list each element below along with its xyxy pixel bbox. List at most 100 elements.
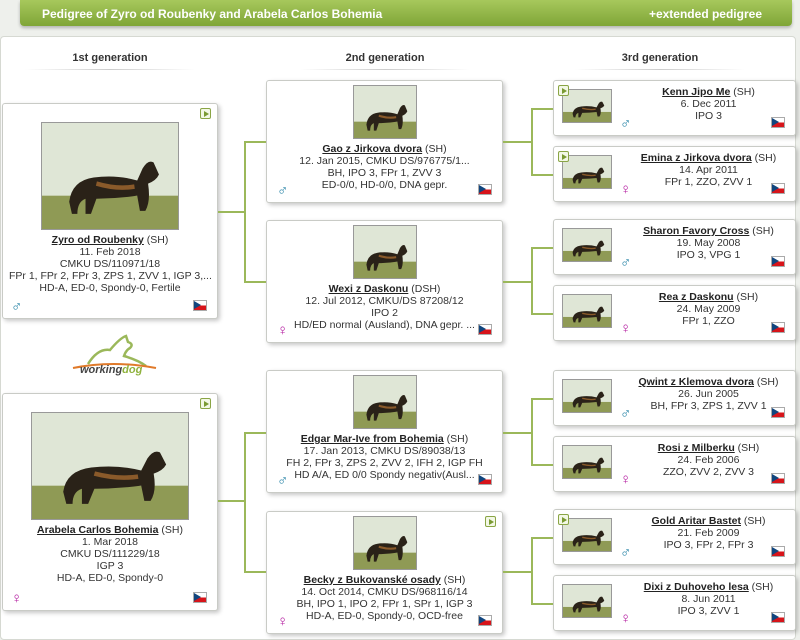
working-dog-logo: workingdog <box>68 330 158 386</box>
connector-line <box>531 398 533 464</box>
gen3-dog-8-photo[interactable] <box>562 584 612 618</box>
gen3-dog-3-info-line: IPO 3, VPG 1 <box>676 249 741 261</box>
czech-flag-icon <box>193 592 207 603</box>
gen2-dog-4-card[interactable]: Becky z Bukovanské osady (SH) 14. Oct 201… <box>266 511 503 634</box>
gen3-dog-2-card[interactable]: Emina z Jirkova dvora (SH) 14. Apr 2011 FP… <box>553 146 796 202</box>
video-play-icon[interactable] <box>558 151 569 162</box>
connector-line <box>503 281 531 283</box>
gen1-dog-2-info-line: 1. Mar 2018 <box>81 536 139 548</box>
gen3-dog-6-info-line: ZZO, ZVV 2, ZVV 3 <box>662 466 755 478</box>
connector-line <box>244 141 266 143</box>
gen3-dog-7-name-link[interactable]: Gold Aritar Bastet <box>652 515 741 527</box>
gen2-dog-3-photo[interactable] <box>267 375 502 429</box>
gen2-dog-1-name-link[interactable]: Gao z Jirkova dvora <box>322 143 422 155</box>
gen1-dog-1-info-line: HD-A, ED-0, Spondy-0, Fertile <box>39 282 181 294</box>
connector-line <box>531 464 553 466</box>
gen2-dog-4-name-link[interactable]: Becky z Bukovanské osady <box>304 574 441 586</box>
gen3-dog-1-info-line: IPO 3 <box>695 110 722 122</box>
gen2-dog-1-card[interactable]: Gao z Jirkova dvora (SH) 12. Jan 2015, CM… <box>266 80 503 203</box>
gen2-dog-2-name-link[interactable]: Wexi z Daskonu <box>329 283 409 295</box>
gen1-dog-2-card[interactable]: Arabela Carlos Bohemia (SH) 1. Mar 2018 CM… <box>2 393 218 611</box>
gen3-dog-8-info-line: IPO 3, ZVV 1 <box>677 605 740 617</box>
gen3-dog-1-breed: (SH) <box>730 86 755 98</box>
connector-line <box>531 398 553 400</box>
gen3-dog-3-photo[interactable] <box>562 228 612 262</box>
generation-2-heading: 2nd generation <box>295 52 475 70</box>
video-play-icon[interactable] <box>558 85 569 96</box>
female-icon: ♀ <box>277 613 289 630</box>
gen3-dog-1-name-link[interactable]: Kenn Jipo Me <box>662 86 730 98</box>
gen3-dog-8-info-line: 8. Jun 2011 <box>681 593 736 605</box>
gen2-dog-3-card[interactable]: Edgar Mar-Ive from Bohemia (SH) 17. Jan 2… <box>266 370 503 493</box>
extended-pedigree-link[interactable]: +extended pedigree <box>649 7 762 21</box>
czech-flag-icon <box>478 615 492 626</box>
gen3-dog-4-info-line: 24. May 2009 <box>676 303 741 315</box>
gen3-dog-2-name-link[interactable]: Emina z Jirkova dvora <box>641 152 752 164</box>
gen3-dog-2-info-line: FPr 1, ZZO, ZVV 1 <box>664 176 753 188</box>
gen2-dog-3-name-link[interactable]: Edgar Mar-Ive from Bohemia <box>301 433 444 445</box>
male-icon: ♂ <box>620 254 632 271</box>
gen3-dog-3-breed: (SH) <box>749 225 774 237</box>
connector-line <box>244 281 266 283</box>
female-icon: ♀ <box>620 471 632 488</box>
gen3-dog-1-card[interactable]: Kenn Jipo Me (SH) 6. Dec 2011 IPO 3 ♂ <box>553 80 796 136</box>
connector-line <box>531 247 553 249</box>
gen1-dog-1-photo[interactable] <box>3 122 217 230</box>
gen2-dog-2-info-line: HD/ED normal (Ausland), DNA gepr. ... <box>294 319 475 331</box>
connector-line <box>244 432 246 571</box>
gen3-dog-8-name-link[interactable]: Dixi z Duhoveho lesa <box>644 581 749 593</box>
gen3-dog-7-card[interactable]: Gold Aritar Bastet (SH) 21. Feb 2009 IPO 3… <box>553 509 796 565</box>
gen2-dog-2-photo[interactable] <box>267 225 502 279</box>
gen1-dog-1-card[interactable]: Zyro od Roubenky (SH) 11. Feb 2018 CMKU DS… <box>2 103 218 319</box>
connector-line <box>503 141 531 143</box>
video-play-icon[interactable] <box>200 398 211 409</box>
gen3-dog-5-info-line: 26. Jun 2005 <box>678 388 739 400</box>
connector-line <box>244 432 266 434</box>
gen2-dog-2-card[interactable]: Wexi z Daskonu (DSH) 12. Jul 2012, CMKU/D… <box>266 220 503 343</box>
connector-line <box>531 174 553 176</box>
czech-flag-icon <box>771 473 785 484</box>
video-play-icon[interactable] <box>558 514 569 525</box>
gen2-dog-1-info-line: BH, IPO 3, FPr 1, ZVV 3 <box>327 167 442 179</box>
gen1-dog-2-photo[interactable] <box>3 412 217 520</box>
connector-line <box>531 537 553 539</box>
gen3-dog-6-card[interactable]: Rosi z Milberku (SH) 24. Feb 2006 ZZO, ZVV… <box>553 436 796 492</box>
male-icon: ♂ <box>277 472 289 489</box>
female-icon: ♀ <box>620 181 632 198</box>
gen3-dog-6-photo[interactable] <box>562 445 612 479</box>
gen2-dog-1-photo[interactable] <box>267 85 502 139</box>
connector-line <box>503 432 531 434</box>
gen2-dog-1-info-line: ED-0/0, HD-0/0, DNA gepr. <box>321 179 448 191</box>
czech-flag-icon <box>771 183 785 194</box>
gen3-dog-8-breed: (SH) <box>748 581 774 593</box>
gen3-dog-8-card[interactable]: Dixi z Duhoveho lesa (SH) 8. Jun 2011 IPO … <box>553 575 796 631</box>
male-icon: ♂ <box>620 115 632 132</box>
gen3-dog-4-card[interactable]: Rea z Daskonu (SH) 24. May 2009 FPr 1, ZZO… <box>553 285 796 341</box>
gen3-dog-4-name-link[interactable]: Rea z Daskonu <box>659 291 734 303</box>
gen3-dog-1-photo[interactable] <box>562 89 612 123</box>
gen1-dog-1-info-line: CMKU DS/110971/18 <box>59 258 161 270</box>
gen3-dog-7-photo[interactable] <box>562 518 612 552</box>
gen2-dog-4-info-line: 14. Oct 2014, CMKU DS/968116/14 <box>301 586 468 598</box>
gen1-dog-1-name-link[interactable]: Zyro od Roubenky <box>52 234 144 246</box>
video-play-icon[interactable] <box>485 516 496 527</box>
gen3-dog-2-info-line: 14. Apr 2011 <box>679 164 738 176</box>
gen3-dog-3-name-link[interactable]: Sharon Favory Cross <box>643 225 749 237</box>
gen3-dog-5-photo[interactable] <box>562 379 612 413</box>
gen1-dog-2-name-link[interactable]: Arabela Carlos Bohemia <box>37 524 158 536</box>
gen3-dog-6-name-link[interactable]: Rosi z Milberku <box>658 442 735 454</box>
female-icon: ♀ <box>620 320 632 337</box>
male-icon: ♂ <box>620 544 632 561</box>
gen3-dog-5-name-link[interactable]: Qwint z Klemova dvora <box>638 376 754 388</box>
gen2-dog-4-photo[interactable] <box>267 516 502 570</box>
gen3-dog-2-photo[interactable] <box>562 155 612 189</box>
connector-line <box>531 603 553 605</box>
gen2-dog-1-breed: (SH) <box>422 143 447 155</box>
gen3-dog-4-photo[interactable] <box>562 294 612 328</box>
video-play-icon[interactable] <box>200 108 211 119</box>
gen3-dog-3-card[interactable]: Sharon Favory Cross (SH) 19. May 2008 IPO … <box>553 219 796 275</box>
gen2-dog-3-info-line: 17. Jan 2013, CMKU DS/89038/13 <box>303 445 466 457</box>
gen2-dog-3-info-line: FH 2, FPr 3, ZPS 2, ZVV 2, IFH 2, IGP FH <box>286 457 483 469</box>
gen3-dog-3-info-line: 19. May 2008 <box>676 237 741 249</box>
gen3-dog-5-card[interactable]: Qwint z Klemova dvora (SH) 26. Jun 2005 BH… <box>553 370 796 426</box>
